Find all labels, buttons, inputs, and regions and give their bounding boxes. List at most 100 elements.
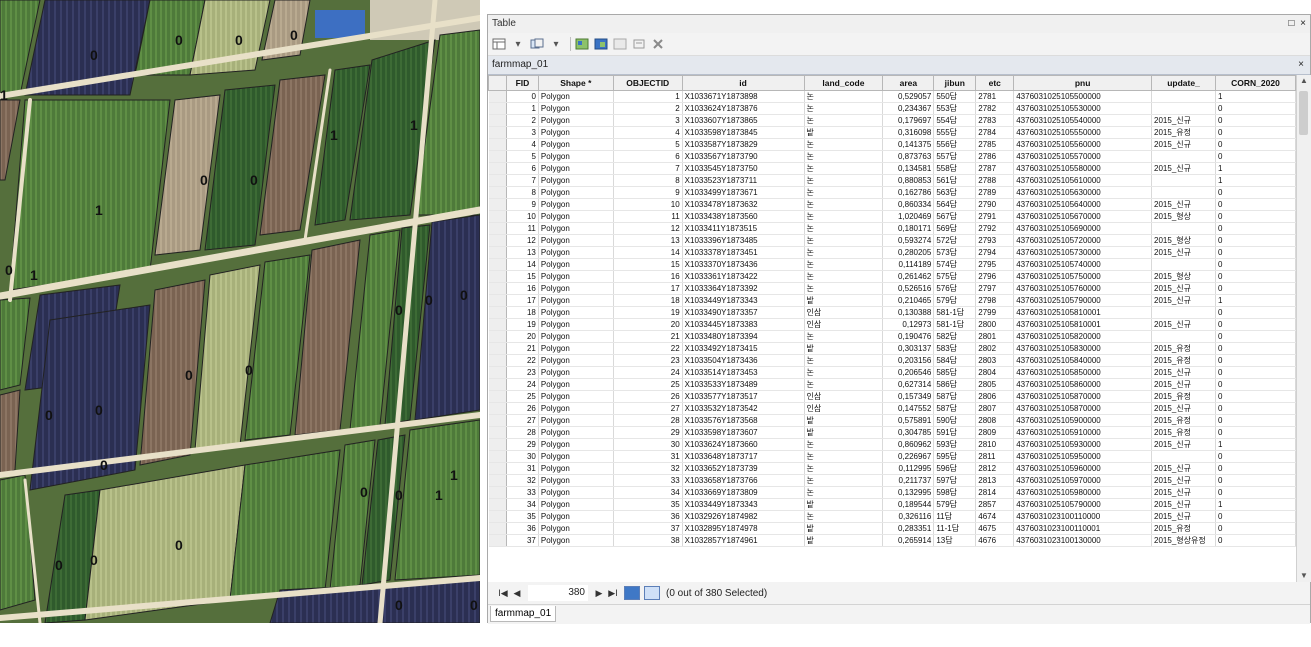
table-row[interactable]: 17 Polygon 18 X1033449Y1873343 밭 0,210465 579답…: [488, 294, 1296, 307]
table-row[interactable]: 25 Polygon 26 X1033577Y1873517 인삼 0,157349 587…: [488, 390, 1296, 403]
column-header[interactable]: update_: [1151, 75, 1216, 91]
row-selector[interactable]: [488, 390, 507, 403]
column-header[interactable]: land_code: [803, 75, 884, 91]
dropdown-arrow-icon[interactable]: ▾: [548, 36, 564, 52]
table-row[interactable]: 22 Polygon 23 X1033504Y1873436 논 0,203156 584답…: [488, 354, 1296, 367]
table-row[interactable]: 26 Polygon 27 X1033532Y1873542 인삼 0,147552 587…: [488, 402, 1296, 415]
row-selector[interactable]: [488, 414, 507, 427]
table-row[interactable]: 3 Polygon 4 X1033598Y1873845 밭 0,316098 555답 27…: [488, 126, 1296, 139]
row-selector[interactable]: [488, 90, 507, 103]
table-row[interactable]: 11 Polygon 12 X1033411Y1873515 논 0,180171 569답…: [488, 222, 1296, 235]
table-row[interactable]: 9 Polygon 10 X1033478Y1873632 논 0,860334 564답 2…: [488, 198, 1296, 211]
table-row[interactable]: 16 Polygon 17 X1033364Y1873392 논 0,526516 576답…: [488, 282, 1296, 295]
show-all-records-button[interactable]: [624, 586, 640, 600]
row-selector[interactable]: [488, 426, 507, 439]
row-selector[interactable]: [488, 126, 507, 139]
table-row[interactable]: 31 Polygon 32 X1033652Y1873739 논 0,112995 596답…: [488, 462, 1296, 475]
row-selector[interactable]: [488, 498, 507, 511]
next-record-button[interactable]: ▶: [592, 588, 606, 599]
table-row[interactable]: 29 Polygon 30 X1033624Y1873660 논 0,860962 593답…: [488, 438, 1296, 451]
table-row[interactable]: 10 Polygon 11 X1033438Y1873560 논 1,020469 567답…: [488, 210, 1296, 223]
row-selector[interactable]: [488, 150, 507, 163]
table-row[interactable]: 34 Polygon 35 X1033449Y1873343 밭 0,189544 579답…: [488, 498, 1296, 511]
table-row[interactable]: 36 Polygon 37 X1032895Y1874978 밭 0,283351 11-1…: [488, 522, 1296, 535]
column-header[interactable]: jibun: [933, 75, 977, 91]
row-selector[interactable]: [488, 330, 507, 343]
switch-selection-icon[interactable]: [593, 36, 609, 52]
row-selector[interactable]: [488, 174, 507, 187]
column-header[interactable]: FID: [505, 75, 539, 91]
dropdown-arrow-icon[interactable]: ▾: [510, 36, 526, 52]
column-header[interactable]: pnu: [1013, 75, 1153, 91]
row-selector[interactable]: [488, 510, 507, 523]
column-header[interactable]: Shape *: [537, 75, 614, 91]
column-header[interactable]: etc: [975, 75, 1015, 91]
layer-table-tab[interactable]: farmmap_01 ×: [488, 56, 1310, 75]
close-icon[interactable]: ×: [1298, 56, 1304, 74]
column-header[interactable]: OBJECTID: [612, 75, 683, 91]
table-row[interactable]: 32 Polygon 33 X1033658Y1873766 논 0,211737 597답…: [488, 474, 1296, 487]
row-selector[interactable]: [488, 138, 507, 151]
table-row[interactable]: 4 Polygon 5 X1033587Y1873829 논 0,141375 556답 27…: [488, 138, 1296, 151]
row-selector[interactable]: [488, 258, 507, 271]
table-row[interactable]: 8 Polygon 9 X1033499Y1873671 논 0,162786 563답 27…: [488, 186, 1296, 199]
row-selector[interactable]: [488, 462, 507, 475]
row-selector[interactable]: [488, 486, 507, 499]
table-row[interactable]: 7 Polygon 8 X1033523Y1873711 논 0,880853 561답 27…: [488, 174, 1296, 187]
row-selector[interactable]: [488, 402, 507, 415]
table-row[interactable]: 18 Polygon 19 X1033490Y1873357 인삼 0,130388 581…: [488, 306, 1296, 319]
table-row[interactable]: 13 Polygon 14 X1033378Y1873451 논 0,280205 573답…: [488, 246, 1296, 259]
table-tab-farmmap[interactable]: farmmap_01: [490, 606, 557, 622]
clear-selection-icon[interactable]: [612, 36, 628, 52]
table-row[interactable]: 20 Polygon 21 X1033480Y1873394 논 0,190476 582답…: [488, 330, 1296, 343]
show-selected-records-button[interactable]: [644, 586, 660, 600]
row-selector-header[interactable]: [488, 75, 507, 91]
scroll-up-icon[interactable]: ▲: [1297, 75, 1311, 87]
attribute-grid[interactable]: FID Shape * OBJECTID id land_code area jibun et…: [488, 75, 1296, 583]
table-row[interactable]: 37 Polygon 38 X1032857Y1874961 밭 0,265914 13답 4…: [488, 534, 1296, 547]
table-row[interactable]: 14 Polygon 15 X1033370Y1873436 논 0,114189 574답…: [488, 258, 1296, 271]
table-row[interactable]: 0 Polygon 1 X1033671Y1873898 논 0,529057 550답 27…: [488, 90, 1296, 103]
table-row[interactable]: 5 Polygon 6 X1033567Y1873790 논 0,873763 557답 27…: [488, 150, 1296, 163]
close-icon[interactable]: ×: [1300, 18, 1306, 29]
table-row[interactable]: 6 Polygon 7 X1033545Y1873750 논 0,134581 558답 27…: [488, 162, 1296, 175]
table-row[interactable]: 19 Polygon 20 X1033445Y1873383 인삼 0,12973 581-…: [488, 318, 1296, 331]
zoom-to-selected-icon[interactable]: [631, 36, 647, 52]
table-row[interactable]: 28 Polygon 29 X1033598Y1873607 밭 0,304785 591답…: [488, 426, 1296, 439]
aerial-map-view[interactable]: 00001110101000000000010000100: [0, 0, 480, 623]
row-selector[interactable]: [488, 222, 507, 235]
row-selector[interactable]: [488, 102, 507, 115]
row-selector[interactable]: [488, 186, 507, 199]
row-selector[interactable]: [488, 522, 507, 535]
column-header[interactable]: id: [681, 75, 805, 91]
table-row[interactable]: 27 Polygon 28 X1033576Y1873568 밭 0,575891 590답…: [488, 414, 1296, 427]
row-selector[interactable]: [488, 210, 507, 223]
row-selector[interactable]: [488, 282, 507, 295]
restore-icon[interactable]: □: [1288, 18, 1294, 29]
row-selector[interactable]: [488, 198, 507, 211]
related-tables-icon[interactable]: [529, 36, 545, 52]
table-row[interactable]: 1 Polygon 2 X1033624Y1873876 논 0,234367 553답 27…: [488, 102, 1296, 115]
row-selector[interactable]: [488, 270, 507, 283]
last-record-button[interactable]: ▶I: [606, 588, 620, 599]
table-row[interactable]: 21 Polygon 22 X1033492Y1873415 밭 0,303137 583답…: [488, 342, 1296, 355]
table-row[interactable]: 15 Polygon 16 X1033361Y1873422 논 0,261462 575답…: [488, 270, 1296, 283]
scroll-thumb[interactable]: [1299, 91, 1308, 135]
select-by-attributes-icon[interactable]: [574, 36, 590, 52]
row-selector[interactable]: [488, 474, 507, 487]
row-selector[interactable]: [488, 306, 507, 319]
row-selector[interactable]: [488, 114, 507, 127]
current-record-field[interactable]: 380: [528, 585, 588, 601]
row-selector[interactable]: [488, 234, 507, 247]
row-selector[interactable]: [488, 450, 507, 463]
previous-record-button[interactable]: ◀: [510, 588, 524, 599]
column-header[interactable]: area: [882, 75, 935, 91]
vertical-scrollbar[interactable]: ▲ ▼: [1296, 75, 1311, 582]
table-row[interactable]: 33 Polygon 34 X1033669Y1873809 논 0,132995 598답…: [488, 486, 1296, 499]
row-selector[interactable]: [488, 366, 507, 379]
table-row[interactable]: 35 Polygon 36 X1032926Y1874982 논 0,326116 11답 4…: [488, 510, 1296, 523]
row-selector[interactable]: [488, 438, 507, 451]
table-options-icon[interactable]: [491, 36, 507, 52]
row-selector[interactable]: [488, 354, 507, 367]
row-selector[interactable]: [488, 318, 507, 331]
